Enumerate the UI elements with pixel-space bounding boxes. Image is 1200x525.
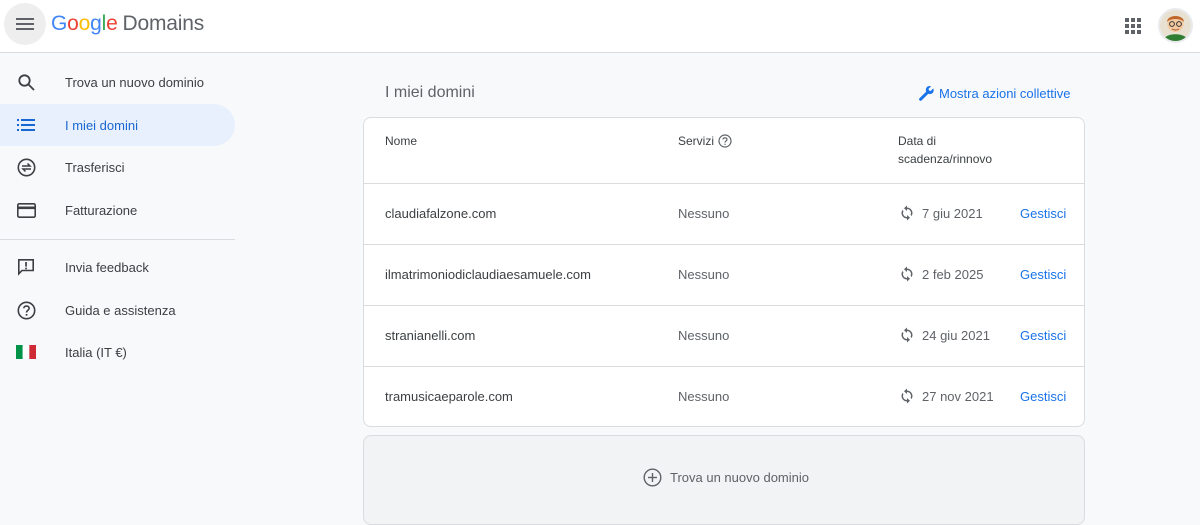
auto-renew-icon — [901, 388, 913, 404]
sidebar-item-label: I miei domini — [65, 117, 138, 133]
domain-services: Nessuno — [678, 206, 730, 221]
help-outline-icon[interactable] — [718, 134, 732, 148]
domains-table: Nome Servizi Data di scadenza/rinnovo cl… — [363, 117, 1085, 427]
expiry-date: 27 nov 2021 — [922, 388, 994, 404]
sidebar-item-label: Guida e assistenza — [65, 302, 176, 318]
auto-renew-icon — [901, 205, 913, 221]
manage-link[interactable]: Gestisci — [1020, 389, 1066, 404]
domain-expiry: 27 nov 2021 — [899, 388, 994, 404]
bulk-actions-label: Mostra azioni collettive — [939, 86, 1071, 101]
sidebar-item-region[interactable]: Italia (IT €) — [0, 331, 235, 373]
find-domain-card: Trova un nuovo dominio — [363, 435, 1085, 525]
domain-name[interactable]: claudiafalzone.com — [385, 206, 496, 221]
top-app-bar: Google Domains — [0, 0, 1200, 53]
column-header-services: Servizi — [678, 132, 732, 150]
feedback-icon — [16, 257, 36, 277]
sidebar-item-feedback[interactable]: Invia feedback — [0, 246, 235, 288]
bulk-actions-link[interactable]: Mostra azioni collettive — [918, 85, 1071, 102]
domain-services: Nessuno — [678, 328, 730, 343]
manage-link[interactable]: Gestisci — [1020, 206, 1066, 221]
sidebar-item-label: Trasferisci — [65, 159, 125, 175]
transfer-icon — [16, 157, 36, 177]
expiry-date: 7 giu 2021 — [922, 205, 983, 221]
domain-services: Nessuno — [678, 267, 730, 282]
table-row: ilmatrimoniodiclaudiaesamuele.com Nessun… — [364, 245, 1084, 306]
column-header-name: Nome — [385, 134, 418, 148]
domain-name[interactable]: stranianelli.com — [385, 328, 475, 343]
column-header-expiry-line2: scadenza/rinnovo — [898, 152, 993, 166]
apps-grid-icon — [1125, 18, 1141, 34]
domain-name[interactable]: tramusicaeparole.com — [385, 389, 513, 404]
manage-link[interactable]: Gestisci — [1020, 267, 1066, 282]
expiry-date: 24 giu 2021 — [922, 327, 990, 343]
table-row: stranianelli.com Nessuno 24 giu 2021 Ges… — [364, 306, 1084, 367]
sidebar-item-billing[interactable]: Fatturazione — [0, 189, 235, 231]
main-menu-button[interactable] — [4, 3, 46, 45]
find-domain-label: Trova un nuovo dominio — [670, 470, 809, 485]
find-domain-button[interactable]: Trova un nuovo dominio — [643, 468, 809, 487]
help-icon — [16, 300, 36, 320]
sidebar-item-label: Fatturazione — [65, 202, 138, 218]
column-header-services-label: Servizi — [678, 134, 715, 148]
sidebar-item-find-domain[interactable]: Trova un nuovo dominio — [0, 61, 235, 103]
search-icon — [16, 72, 36, 92]
domain-name[interactable]: ilmatrimoniodiclaudiaesamuele.com — [385, 267, 591, 282]
column-header-expiry-line1: Data di — [898, 134, 937, 148]
page-title: I miei domini — [385, 84, 475, 101]
domain-expiry: 2 feb 2025 — [899, 266, 983, 282]
sidebar-item-label: Trova un nuovo dominio — [65, 74, 204, 90]
domain-expiry: 7 giu 2021 — [899, 205, 983, 221]
table-row: tramusicaeparole.com Nessuno 27 nov 2021… — [364, 367, 1084, 426]
apps-button[interactable] — [1118, 11, 1148, 41]
user-avatar-icon — [1160, 10, 1191, 41]
domain-expiry: 24 giu 2021 — [899, 327, 990, 343]
expiry-date: 2 feb 2025 — [922, 266, 984, 282]
sidebar-item-help[interactable]: Guida e assistenza — [0, 289, 235, 331]
credit-card-icon — [16, 200, 36, 220]
add-circle-icon — [643, 468, 662, 487]
sidebar-item-my-domains[interactable]: I miei domini — [0, 104, 235, 146]
domain-services: Nessuno — [678, 389, 730, 404]
list-icon — [16, 115, 36, 135]
hamburger-menu-icon — [16, 18, 34, 30]
sidebar-item-label: Invia feedback — [65, 259, 149, 275]
sidebar-divider — [0, 239, 235, 240]
sidebar-item-transfer[interactable]: Trasferisci — [0, 146, 235, 188]
auto-renew-icon — [901, 266, 913, 282]
auto-renew-icon — [901, 327, 913, 343]
sidebar-nav: Trova un nuovo dominio I miei domini Tra… — [0, 54, 235, 503]
manage-link[interactable]: Gestisci — [1020, 328, 1066, 343]
column-header-expiry: Data di scadenza/rinnovo — [898, 132, 992, 168]
google-domains-logo[interactable]: Google Domains — [51, 12, 204, 36]
sidebar-item-label: Italia (IT €) — [65, 344, 127, 360]
italy-flag-icon — [16, 342, 36, 362]
wrench-icon — [919, 85, 934, 101]
table-row: claudiafalzone.com Nessuno 7 giu 2021 Ge… — [364, 184, 1084, 245]
account-avatar[interactable] — [1158, 8, 1193, 43]
